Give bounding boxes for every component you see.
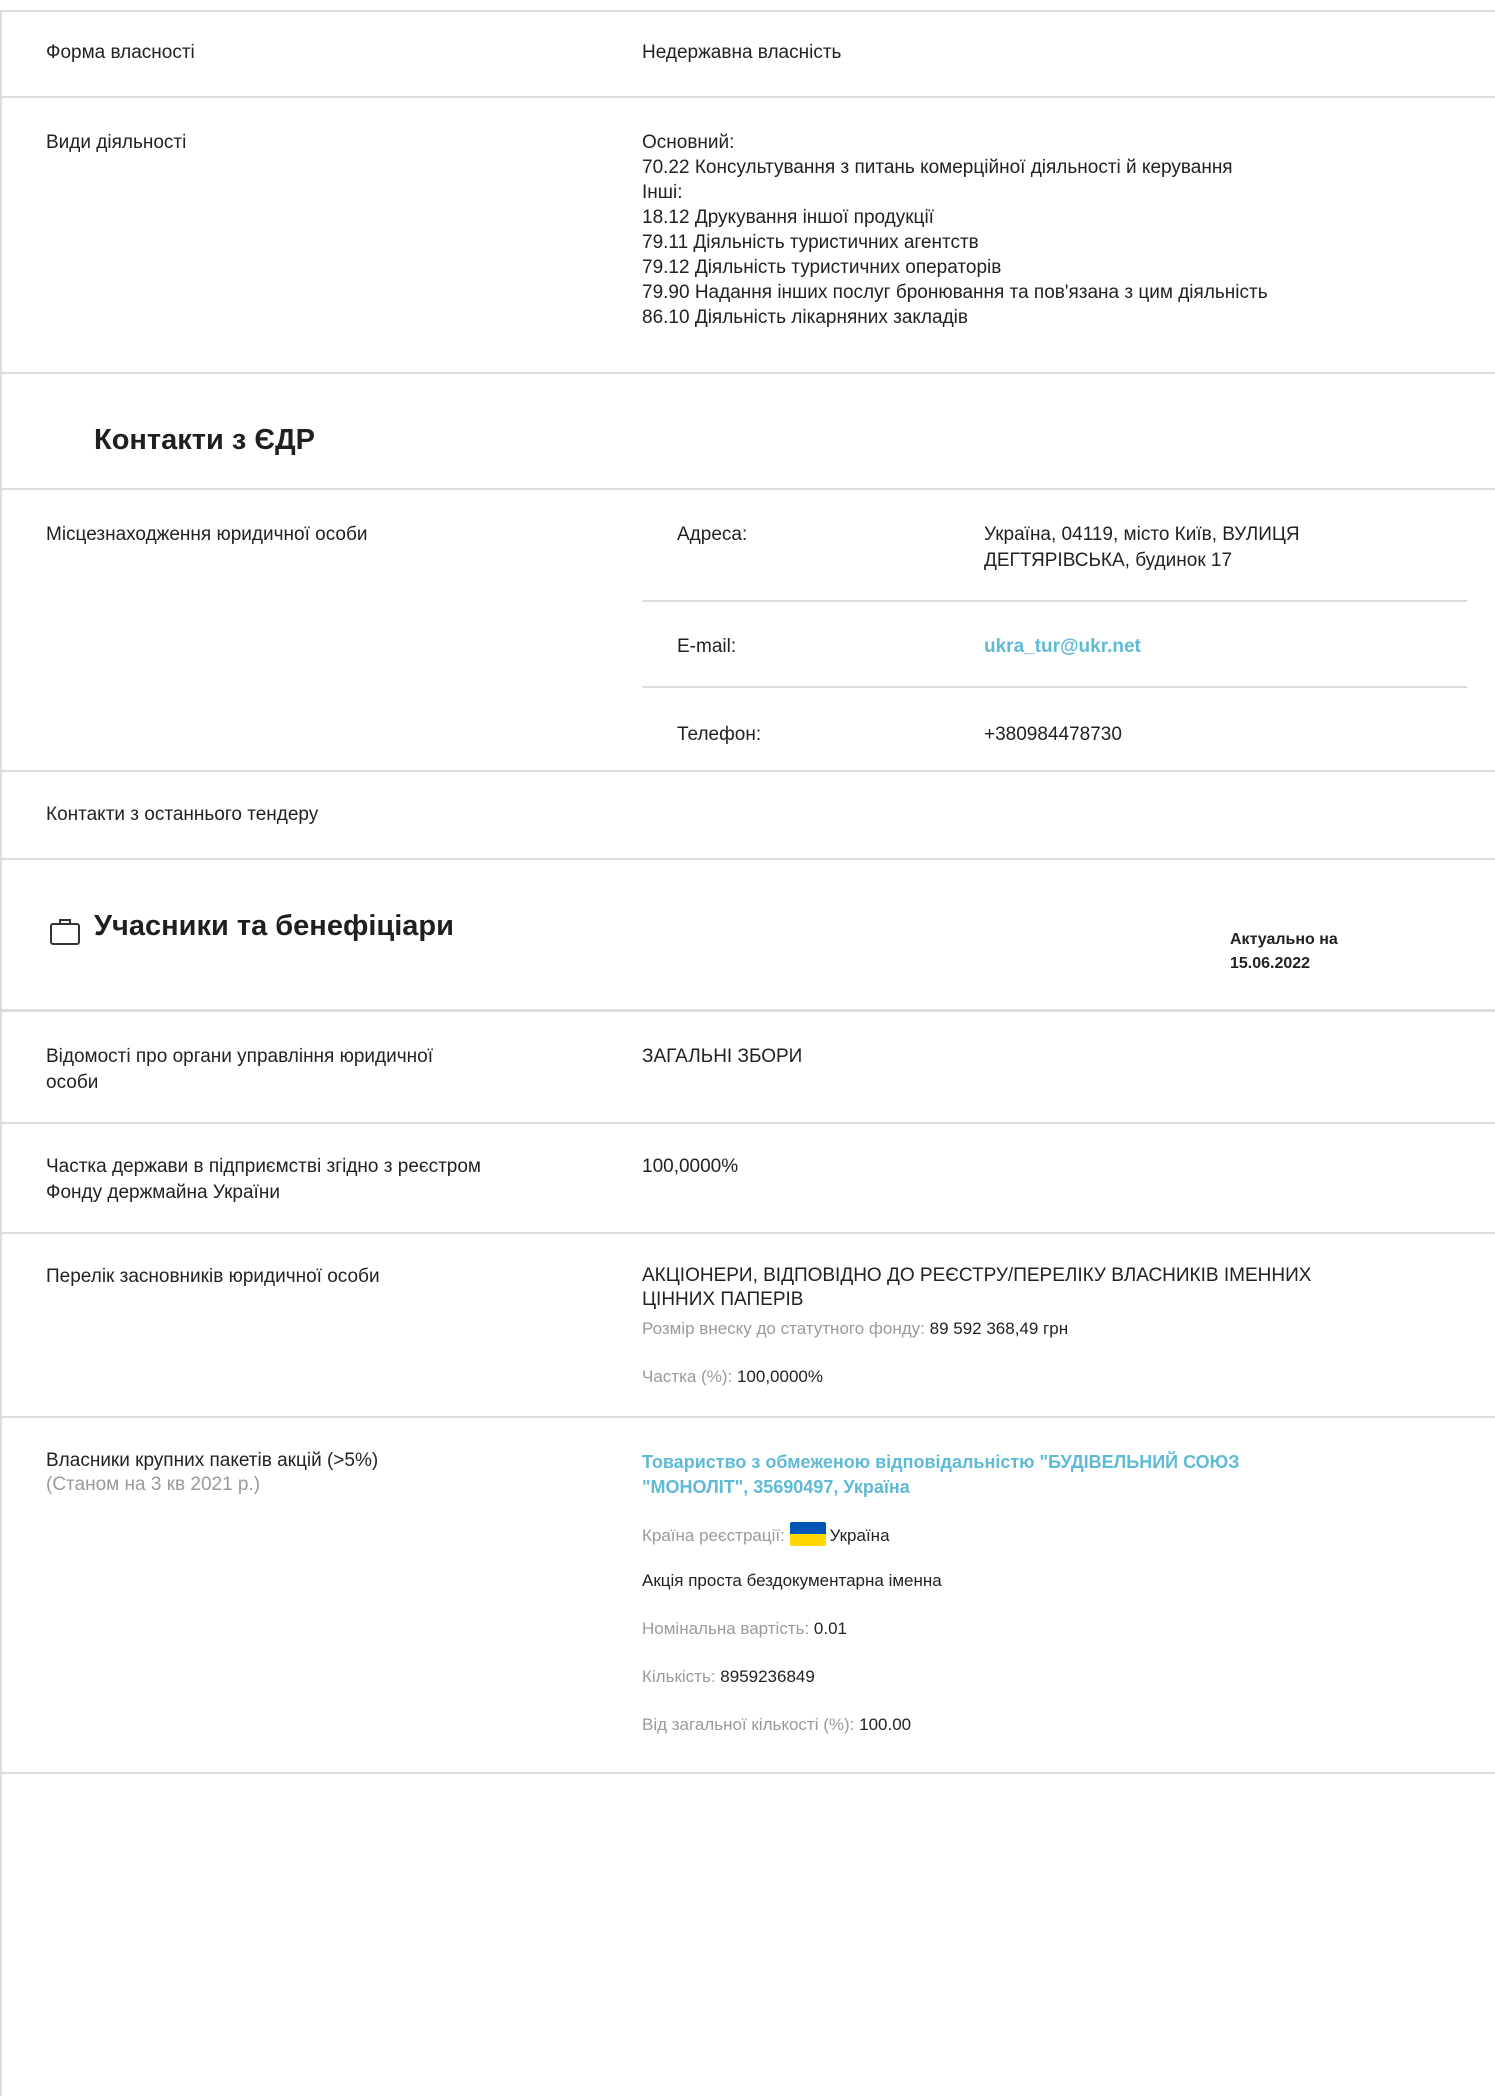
management-value: ЗАГАЛЬНІ ЗБОРИ [642, 1046, 803, 1067]
nominal-row: Номінальна вартість: 0.01 [642, 1618, 847, 1640]
activities-row: Види діяльності Основний: 70.22 Консульт… [2, 98, 1495, 374]
capital-label: Розмір внеску до статутного фонду: [642, 1319, 925, 1338]
state-share-label-line: Фонду держмайна України [46, 1182, 280, 1203]
state-share-label-line: Частка держави в підприємстві згідно з р… [46, 1156, 481, 1177]
participants-header: Учасники та бенефіціари Актуально на 15.… [2, 860, 1495, 1012]
phone-label: Телефон: [677, 724, 762, 745]
founder-name-line: АКЦІОНЕРИ, ВІДПОВІДНО ДО РЕЄСТРУ/ПЕРЕЛІК… [642, 1265, 1312, 1286]
quantity-row: Кількість: 8959236849 [642, 1666, 815, 1688]
activity-line: 86.10 Діяльність лікарняних закладів [642, 307, 968, 328]
state-share-label: Частка держави в підприємстві згідно з р… [46, 1154, 481, 1206]
nominal-value: 0.01 [813, 1619, 848, 1638]
actual-label: Актуально на [1230, 931, 1338, 948]
activities-label: Види діяльності [46, 132, 187, 153]
activity-line: Інші: [642, 182, 683, 203]
country-label: Країна реєстрації: [642, 1526, 785, 1545]
share-type: Акція проста бездокументарна іменна [642, 1571, 942, 1590]
ukraine-flag-icon [789, 1522, 826, 1546]
actual-date-value: 15.06.2022 [1230, 955, 1311, 972]
location-label: Місцезнаходження юридичної особи [46, 524, 368, 545]
ownership-label: Форма власності [46, 42, 195, 63]
shareholders-label-text: Власники крупних пакетів акцій (>5%) [46, 1450, 379, 1471]
briefcase-icon [49, 916, 81, 946]
tender-contacts-label: Контакти з останнього тендеру [46, 804, 319, 825]
percent-value: 100.00 [859, 1715, 912, 1734]
quantity-label: Кількість: [642, 1667, 716, 1686]
address-line: ДЕГТЯРІВСЬКА, будинок 17 [984, 550, 1233, 571]
share-label: Частка (%): [642, 1367, 733, 1386]
state-share-row: Частка держави в підприємстві згідно з р… [2, 1124, 1495, 1234]
contacts-edr-header: Контакти з ЄДР [2, 374, 1495, 490]
address-subrow: Адреса: Україна, 04119, місто Київ, ВУЛИ… [642, 490, 1467, 602]
participants-title: Учасники та бенефіціари [94, 910, 454, 942]
percent-row: Від загальної кількості (%): 100.00 [642, 1714, 911, 1736]
activity-line: Основний: [642, 132, 735, 153]
country-row: Країна реєстрації: Україна [642, 1522, 890, 1547]
company-details-panel: Форма власності Недержавна власність Вид… [0, 10, 1495, 2096]
quantity-value: 8959236849 [720, 1667, 815, 1686]
state-share-value: 100,0000% [642, 1156, 739, 1177]
address-value: Україна, 04119, місто Київ, ВУЛИЦЯ ДЕГТЯ… [984, 522, 1424, 574]
activity-line: 79.11 Діяльність туристичних агентств [642, 232, 979, 253]
shareholders-as-of: (Станом на 3 кв 2021 р.) [46, 1474, 261, 1495]
company-name-line: Товариство з обмеженою відповідальністю … [642, 1452, 1240, 1472]
capital-value: 89 592 368,49 грн [929, 1319, 1069, 1338]
email-subrow: E-mail: ukra_tur@ukr.net [642, 602, 1467, 688]
management-label-line: Відомості про органи управління юридично… [46, 1046, 433, 1067]
phone-value: +380984478730 [984, 724, 1122, 745]
address-line: Україна, 04119, місто Київ, ВУЛИЦЯ [984, 524, 1300, 545]
address-label: Адреса: [677, 524, 748, 545]
shareholders-row: Власники крупних пакетів акцій (>5%) (Ст… [2, 1418, 1495, 1774]
shareholder-company-link[interactable]: Товариство з обмеженою відповідальністю … [642, 1450, 1240, 1500]
email-link[interactable]: ukra_tur@ukr.net [984, 634, 1424, 660]
company-name-line: "МОНОЛІТ", 35690497, Україна [642, 1477, 910, 1497]
contacts-edr-title: Контакти з ЄДР [94, 424, 315, 456]
share-value: 100,0000% [736, 1367, 823, 1386]
management-label: Відомості про органи управління юридично… [46, 1044, 433, 1096]
management-label-line: особи [46, 1072, 99, 1093]
percent-label: Від загальної кількості (%): [642, 1715, 855, 1734]
founder-share: Частка (%): 100,0000% [642, 1366, 823, 1388]
nominal-label: Номінальна вартість: [642, 1619, 810, 1638]
activity-line: 18.12 Друкування іншої продукції [642, 207, 934, 228]
management-row: Відомості про органи управління юридично… [2, 1012, 1495, 1124]
tender-contacts-row[interactable]: Контакти з останнього тендеру [2, 772, 1495, 860]
location-row: Місцезнаходження юридичної особи Адреса:… [2, 490, 1495, 772]
activities-list: Основний: 70.22 Консультування з питань … [642, 130, 1268, 330]
phone-subrow: Телефон: +380984478730 [642, 688, 1467, 772]
activity-line: 79.12 Діяльність туристичних операторів [642, 257, 1002, 278]
activity-line: 70.22 Консультування з питань комерційно… [642, 157, 1233, 178]
ownership-row: Форма власності Недержавна власність [2, 12, 1495, 98]
founder-name: АКЦІОНЕРИ, ВІДПОВІДНО ДО РЕЄСТРУ/ПЕРЕЛІК… [642, 1264, 1311, 1312]
founders-label: Перелік засновників юридичної особи [46, 1266, 380, 1287]
email-label: E-mail: [677, 636, 737, 657]
founder-name-line: ЦІННИХ ПАПЕРІВ [642, 1289, 804, 1310]
founders-row: Перелік засновників юридичної особи АКЦІ… [2, 1234, 1495, 1418]
activity-line: 79.90 Надання інших послуг бронювання та… [642, 282, 1268, 303]
founder-capital: Розмір внеску до статутного фонду: 89 59… [642, 1318, 1068, 1340]
shareholders-label: Власники крупних пакетів акцій (>5%) (Ст… [46, 1448, 378, 1496]
actual-date: Актуально на 15.06.2022 [1230, 928, 1338, 976]
country-value: Україна [829, 1526, 890, 1545]
ownership-value: Недержавна власність [642, 42, 842, 63]
